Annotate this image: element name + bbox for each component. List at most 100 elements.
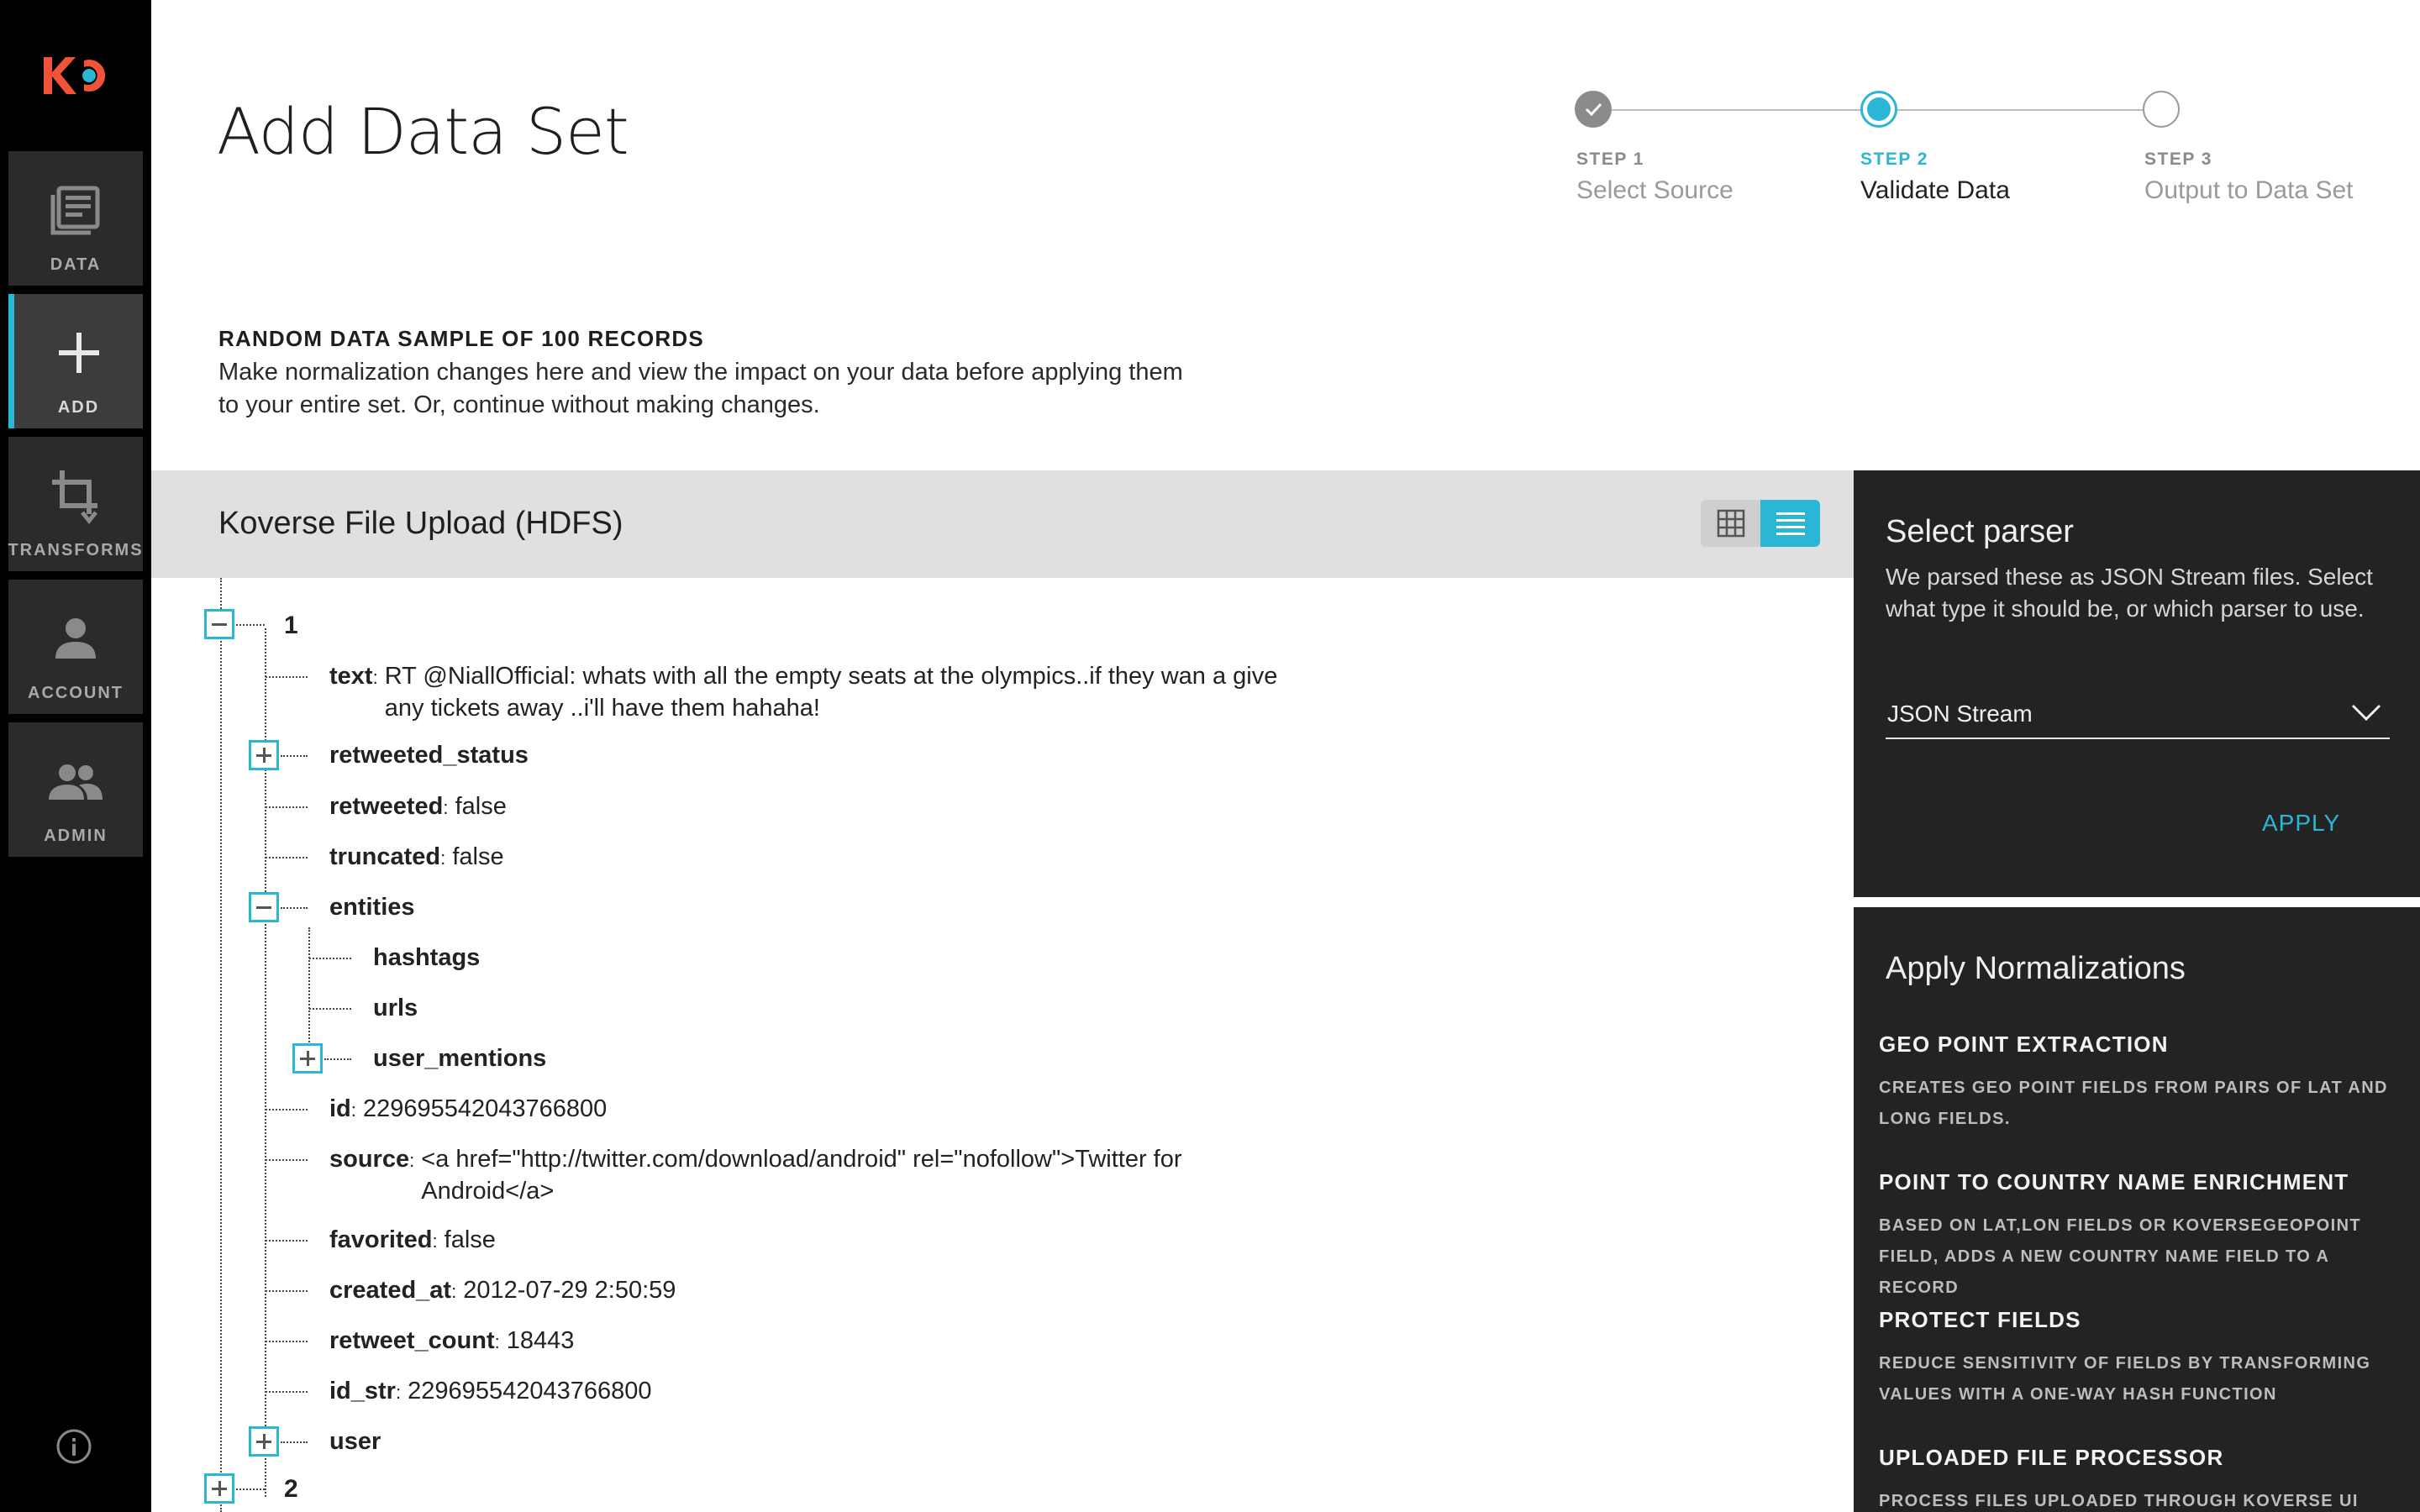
nav-item-add[interactable]: ADD (8, 294, 143, 428)
nav-label-admin: ADMIN (44, 827, 108, 845)
record-index-1: 1 (284, 612, 298, 639)
field-key: truncated (329, 843, 441, 870)
parser-description: We parsed these as JSON Stream files. Se… (1886, 564, 2373, 622)
normalization-name: GEO POINT EXTRACTION (1879, 1032, 2169, 1057)
normalization-name: UPLOADED FILE PROCESSOR (1879, 1445, 2224, 1470)
person-icon (55, 618, 96, 659)
field-value: false (452, 843, 504, 870)
collapse-entities-button[interactable] (249, 892, 279, 922)
nav-item-account[interactable]: ACCOUNT (8, 580, 143, 714)
parser-select[interactable]: JSON Stream (1886, 692, 2390, 739)
nav-item-transforms[interactable]: TRANSFORMS (8, 437, 143, 571)
field-separator: : (451, 1281, 457, 1302)
field-key: user_mentions (373, 1045, 547, 1072)
field-created-at[interactable]: created_at: 2012-07-29 2:50:59 (329, 1274, 676, 1308)
tree-connector (266, 1391, 308, 1393)
normalization-geo-point-extraction[interactable]: GEO POINT EXTRACTION CREATES GEO POINT F… (1879, 1032, 2400, 1135)
step-1-complete-icon[interactable] (1575, 91, 1612, 128)
normalization-protect-fields[interactable]: PROTECT FIELDS REDUCE SENSITIVITY OF FIE… (1879, 1307, 2400, 1410)
info-icon[interactable] (55, 1428, 92, 1465)
step-1-name: Select Source (1576, 176, 1733, 204)
field-retweeted[interactable]: retweeted: false (329, 790, 507, 824)
normalization-name: PROTECT FIELDS (1879, 1307, 2081, 1332)
field-id[interactable]: id: 229695542043766800 (329, 1093, 607, 1126)
tree-connector (266, 857, 308, 858)
field-value: <a href="http://twitter.com/download/and… (421, 1146, 1182, 1205)
koverse-logo[interactable] (40, 52, 108, 99)
parser-panel: Select parser We parsed these as JSON St… (1854, 470, 2420, 897)
field-truncated[interactable]: truncated: false (329, 841, 504, 874)
normalization-description: BASED ON LAT,LON FIELDS OR KOVERSEGEOPOI… (1879, 1216, 2362, 1297)
field-value: 229695542043766800 (408, 1378, 652, 1404)
field-separator: : (395, 1382, 402, 1403)
field-key: favorited (329, 1226, 433, 1253)
field-key: source (329, 1146, 410, 1173)
field-user[interactable]: user (329, 1425, 381, 1457)
field-separator: : (372, 667, 378, 688)
nav-item-data[interactable]: DATA (8, 151, 143, 286)
normalization-name: POINT TO COUNTRY NAME ENRICHMENT (1879, 1169, 2349, 1194)
nav-label-data: DATA (50, 255, 102, 274)
panel-title: Koverse File Upload (HDFS) (218, 506, 623, 541)
field-id-str[interactable]: id_str: 229695542043766800 (329, 1375, 651, 1409)
field-text[interactable]: text: RT @NiallOfficial: whats with all … (329, 660, 1309, 724)
field-key: urls (373, 995, 418, 1021)
step-2-name: Validate Data (1860, 176, 2010, 204)
field-key: id (329, 1095, 351, 1122)
nav-item-admin[interactable]: ADMIN (8, 722, 143, 857)
field-user-mentions[interactable]: user_mentions (373, 1042, 546, 1074)
apply-parser-button[interactable]: APPLY (2262, 810, 2340, 837)
expand-retweeted-status-button[interactable] (249, 740, 279, 770)
tree-connector (266, 1240, 308, 1242)
field-key: retweeted_status (329, 742, 529, 769)
field-separator: : (409, 1150, 415, 1171)
field-retweeted-status[interactable]: retweeted_status (329, 739, 529, 771)
step-connector (1896, 109, 2149, 111)
tree-connector (266, 806, 308, 808)
list-view-button[interactable] (1760, 500, 1820, 547)
json-tree: 1 text: RT @NiallOfficial: whats with al… (151, 578, 1854, 1512)
field-value: 18443 (506, 1327, 575, 1354)
step-2-current-icon[interactable] (1860, 91, 1897, 128)
field-separator: : (350, 1100, 356, 1121)
field-urls[interactable]: urls (373, 992, 418, 1024)
parser-selected-value: JSON Stream (1887, 701, 2033, 727)
field-separator: : (440, 848, 446, 869)
data-icon (50, 186, 100, 235)
expand-record-2-button[interactable] (204, 1473, 234, 1504)
field-key: text (329, 663, 373, 690)
tree-connector (266, 1109, 308, 1110)
field-favorited[interactable]: favorited: false (329, 1224, 496, 1257)
grid-view-button[interactable] (1701, 500, 1760, 547)
field-retweet-count[interactable]: retweet_count: 18443 (329, 1325, 574, 1358)
field-key: hashtags (373, 944, 481, 971)
field-separator: : (494, 1331, 500, 1352)
field-hashtags[interactable]: hashtags (373, 942, 480, 974)
tree-connector (266, 1159, 308, 1161)
field-value: false (455, 793, 507, 820)
field-value: RT @NiallOfficial: whats with all the em… (384, 663, 1278, 722)
expand-user-button[interactable] (249, 1426, 279, 1457)
tree-connector (266, 1290, 308, 1292)
field-source[interactable]: source: <a href="http://twitter.com/down… (329, 1143, 1261, 1207)
normalizations-panel: Apply Normalizations GEO POINT EXTRACTIO… (1854, 907, 2420, 1512)
step-3-name: Output to Data Set (2144, 176, 2354, 204)
field-key: id_str (329, 1378, 396, 1404)
plus-icon (58, 333, 99, 373)
people-icon (49, 764, 103, 800)
record-index-2: 2 (284, 1475, 298, 1503)
view-toggle (1701, 500, 1820, 547)
field-value: 2012-07-29 2:50:59 (463, 1277, 676, 1304)
collapse-record-1-button[interactable] (204, 609, 234, 639)
field-key: retweet_count (329, 1327, 495, 1354)
tree-connector (281, 1441, 308, 1443)
normalization-uploaded-file-processor[interactable]: UPLOADED FILE PROCESSOR PROCESS FILES UP… (1879, 1445, 2400, 1512)
field-separator: : (443, 797, 449, 818)
normalization-point-to-country[interactable]: POINT TO COUNTRY NAME ENRICHMENT BASED O… (1879, 1169, 2400, 1304)
page-title: Add Data Set (217, 94, 629, 169)
step-3-pending-icon[interactable] (2143, 91, 2180, 128)
field-entities[interactable]: entities (329, 891, 415, 923)
grid-icon (1717, 509, 1744, 538)
field-value: false (444, 1226, 496, 1253)
expand-user-mentions-button[interactable] (292, 1043, 323, 1074)
